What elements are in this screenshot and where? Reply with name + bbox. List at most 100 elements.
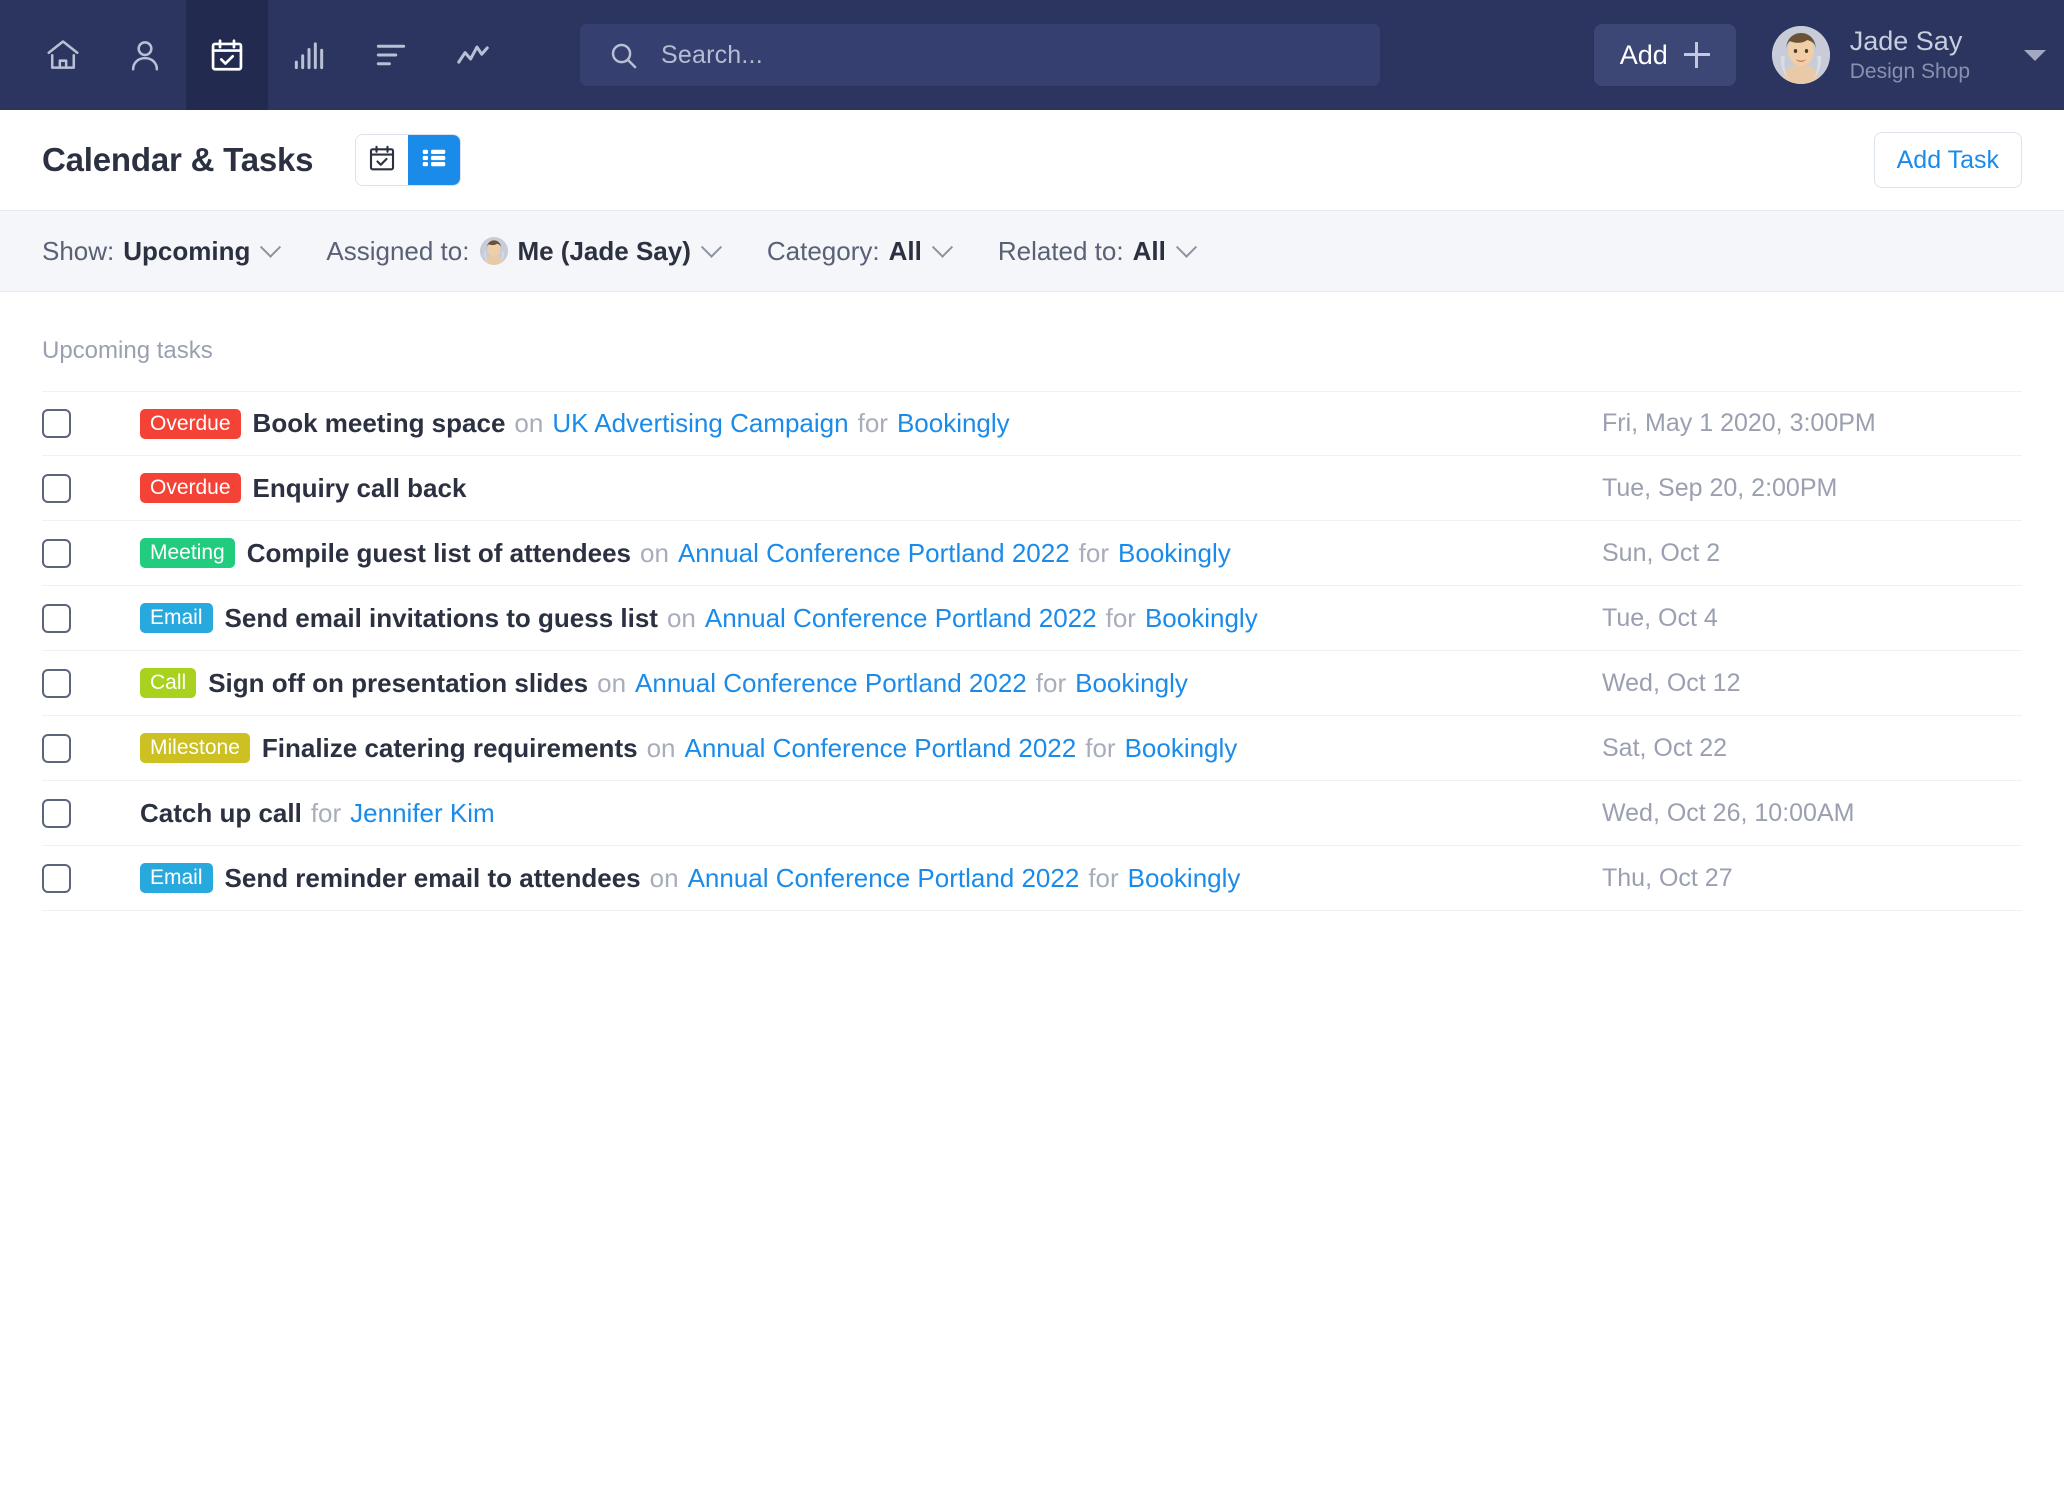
top-navigation-bar: Search... Add Jade Say Design Shop bbox=[0, 0, 2064, 110]
task-project-link[interactable]: Annual Conference Portland 2022 bbox=[678, 538, 1070, 569]
nav-item-contacts[interactable] bbox=[104, 0, 186, 110]
task-checkbox-cell bbox=[42, 409, 140, 438]
task-checkbox-cell bbox=[42, 733, 140, 763]
task-row[interactable]: Overdue Book meeting space on UK Advertisin… bbox=[42, 391, 2022, 456]
add-task-button[interactable]: Add Task bbox=[1873, 132, 2022, 188]
nav-item-reports[interactable] bbox=[268, 0, 350, 110]
nav-right-group: Add Jade Say Design Shop bbox=[1593, 0, 2064, 110]
task-related-link[interactable]: Bookingly bbox=[1128, 863, 1241, 894]
search-icon bbox=[608, 40, 639, 71]
filter-assigned-to[interactable]: Assigned to: Me (Jade Say) bbox=[326, 235, 722, 267]
task-checkbox[interactable] bbox=[42, 798, 71, 828]
chevron-down-icon[interactable] bbox=[2024, 49, 2046, 61]
task-checkbox[interactable] bbox=[42, 538, 71, 568]
task-title[interactable]: Book meeting space bbox=[253, 408, 506, 439]
section-title: Upcoming tasks bbox=[42, 337, 213, 364]
task-checkbox-cell bbox=[42, 473, 140, 503]
task-related-link[interactable]: Bookingly bbox=[1075, 668, 1188, 699]
search-area: Search... bbox=[580, 0, 1380, 110]
task-badge: Call bbox=[140, 668, 197, 698]
calendar-check-icon bbox=[208, 36, 246, 74]
task-list-container: Upcoming tasks Overdue Book meeting space… bbox=[0, 292, 2064, 911]
view-toggle-group bbox=[355, 134, 462, 186]
task-row[interactable]: Email Send reminder email to attendees on A… bbox=[42, 846, 2022, 911]
task-checkbox[interactable] bbox=[42, 668, 71, 698]
task-row[interactable]: Catch up call for Jennifer Kim Wed, Oct 26,… bbox=[42, 781, 2022, 846]
chevron-down-icon bbox=[260, 236, 282, 258]
chevron-down-icon bbox=[931, 236, 953, 258]
task-connector-for: for bbox=[1078, 537, 1110, 568]
task-title[interactable]: Sign off on presentation slides bbox=[208, 668, 588, 699]
task-connector-for: for bbox=[310, 797, 342, 828]
bar-chart-icon bbox=[290, 36, 328, 74]
task-badge: Email bbox=[140, 603, 213, 633]
task-checkbox-cell bbox=[42, 603, 140, 633]
filter-category-label: Category: bbox=[766, 235, 880, 266]
task-related-link[interactable]: Bookingly bbox=[1145, 603, 1258, 634]
task-due-date: Fri, May 1 2020, 3:00PM bbox=[1602, 409, 1876, 437]
task-row[interactable]: Call Sign off on presentation slides on Ann… bbox=[42, 651, 2022, 716]
task-checkbox[interactable] bbox=[42, 733, 71, 763]
task-row[interactable]: Overdue Enquiry call back Tue, Sep 20, 2:0… bbox=[42, 456, 2022, 521]
task-checkbox-cell bbox=[42, 863, 140, 893]
task-row[interactable]: Meeting Compile guest list of attendees on… bbox=[42, 521, 2022, 586]
task-project-link[interactable]: Annual Conference Portland 2022 bbox=[688, 863, 1080, 894]
task-connector-for: for bbox=[1105, 602, 1136, 633]
task-project-link[interactable]: Annual Conference Portland 2022 bbox=[684, 733, 1076, 764]
filter-category[interactable]: Category: All bbox=[766, 235, 953, 267]
task-due-date: Tue, Oct 4 bbox=[1602, 603, 1718, 632]
task-connector-for: for bbox=[1088, 862, 1119, 893]
task-related-link[interactable]: Bookingly bbox=[1118, 538, 1231, 569]
task-title[interactable]: Compile guest list of attendees bbox=[247, 538, 631, 569]
user-name: Jade Say bbox=[1849, 25, 1963, 56]
task-project-link[interactable]: UK Advertising Campaign bbox=[552, 408, 848, 439]
task-content: Overdue Enquiry call back bbox=[140, 473, 1602, 504]
chevron-down-icon bbox=[700, 236, 722, 258]
task-title[interactable]: Enquiry call back bbox=[253, 473, 467, 504]
task-related-link[interactable]: Bookingly bbox=[897, 408, 1010, 439]
add-button[interactable]: Add bbox=[1593, 24, 1736, 86]
user-name-block: Jade Say Design Shop bbox=[1850, 26, 1970, 84]
task-title[interactable]: Catch up call bbox=[140, 798, 302, 829]
task-badge: Email bbox=[140, 863, 213, 893]
filter-assigned-to-label: Assigned to: bbox=[326, 235, 470, 266]
task-checkbox[interactable] bbox=[42, 409, 71, 438]
task-checkbox-cell bbox=[42, 798, 140, 828]
nav-item-activity[interactable] bbox=[432, 0, 514, 110]
task-connector-on: on bbox=[640, 537, 669, 568]
task-project-link[interactable]: Annual Conference Portland 2022 bbox=[705, 603, 1097, 634]
search-input[interactable]: Search... bbox=[580, 24, 1380, 86]
task-content: Meeting Compile guest list of attendees on… bbox=[140, 538, 1602, 569]
person-icon bbox=[126, 36, 164, 74]
page-title: Calendar & Tasks bbox=[42, 141, 314, 178]
user-menu[interactable]: Jade Say Design Shop bbox=[1771, 26, 2046, 84]
task-title[interactable]: Finalize catering requirements bbox=[262, 733, 638, 764]
filter-show[interactable]: Show: Upcoming bbox=[42, 235, 282, 267]
task-related-link[interactable]: Jennifer Kim bbox=[350, 798, 495, 829]
search-placeholder: Search... bbox=[661, 40, 763, 69]
nav-item-home[interactable] bbox=[22, 0, 104, 110]
task-related-link[interactable]: Bookingly bbox=[1125, 733, 1238, 764]
task-badge: Overdue bbox=[140, 473, 241, 503]
filter-related-to-label: Related to: bbox=[997, 235, 1124, 266]
list-view-button[interactable] bbox=[408, 135, 461, 185]
task-content: Milestone Finalize catering requirements o… bbox=[140, 733, 1602, 764]
task-checkbox[interactable] bbox=[42, 603, 71, 633]
task-row[interactable]: Milestone Finalize catering requirements o… bbox=[42, 716, 2022, 781]
calendar-view-button[interactable] bbox=[356, 135, 409, 185]
task-checkbox[interactable] bbox=[42, 473, 71, 503]
task-due-date: Thu, Oct 27 bbox=[1602, 863, 1733, 892]
nav-item-lists[interactable] bbox=[350, 0, 432, 110]
filter-show-value: Upcoming bbox=[123, 235, 251, 266]
task-due-date: Wed, Oct 12 bbox=[1602, 668, 1741, 697]
nav-item-calendar-tasks[interactable] bbox=[186, 0, 268, 110]
task-connector-on: on bbox=[666, 602, 696, 633]
task-project-link[interactable]: Annual Conference Portland 2022 bbox=[635, 668, 1027, 699]
task-title[interactable]: Send email invitations to guess list bbox=[225, 603, 658, 634]
task-title[interactable]: Send reminder email to attendees bbox=[225, 863, 641, 894]
task-content: Call Sign off on presentation slides on Ann… bbox=[140, 668, 1602, 699]
task-row[interactable]: Email Send email invitations to guess lis… bbox=[42, 586, 2022, 651]
task-checkbox[interactable] bbox=[42, 863, 71, 893]
task-list: Overdue Book meeting space on UK Advertisin… bbox=[42, 391, 2022, 911]
filter-related-to[interactable]: Related to: All bbox=[997, 235, 1197, 267]
